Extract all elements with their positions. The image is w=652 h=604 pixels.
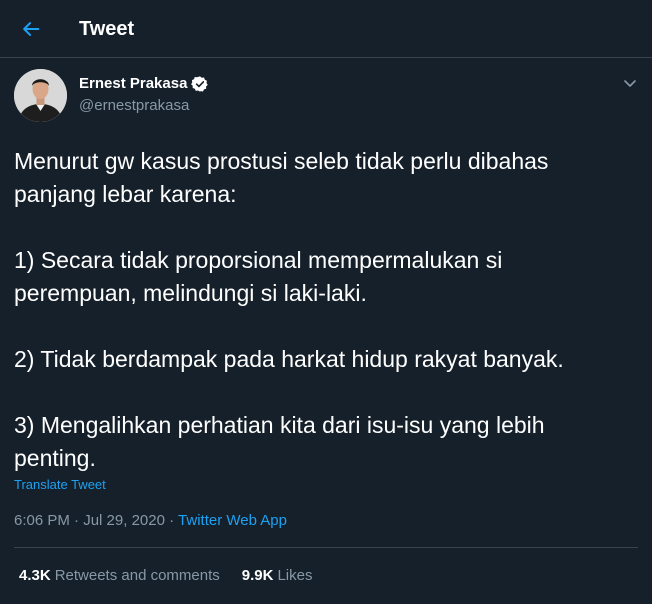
back-arrow-icon	[23, 22, 40, 36]
more-options-button[interactable]	[619, 72, 641, 94]
divider	[14, 547, 638, 548]
tweet-date[interactable]: Jul 29, 2020	[83, 512, 165, 529]
page-header: Tweet	[0, 0, 652, 58]
tweet-line: 2) Tidak berdampak pada harkat hidup rak…	[14, 346, 564, 372]
retweets-count: 4.3K	[19, 567, 51, 584]
likes-stat[interactable]: 9.9K Likes	[242, 566, 313, 586]
likes-count: 9.9K	[241, 567, 274, 584]
tweet-time[interactable]: 6:06 PM	[14, 512, 70, 529]
retweets-stat[interactable]: 4.3K Retweets and comments	[19, 566, 220, 586]
chevron-down-icon	[624, 80, 636, 87]
back-button[interactable]	[18, 16, 44, 42]
avatar-image	[14, 69, 67, 122]
tweet-text: Menurut gw kasus prostusi seleb tidak pe…	[14, 145, 639, 475]
author-name: Ernest Prakasa	[79, 75, 188, 92]
meta-separator: ·	[74, 512, 80, 529]
retweets-label: Retweets and comments	[54, 567, 220, 584]
tweet-line: Menurut gw kasus prostusi seleb tidak pe…	[14, 148, 549, 174]
tweet-line: penting.	[14, 445, 96, 471]
verified-badge-icon	[191, 76, 209, 92]
translate-tweet-link[interactable]: Translate Tweet	[14, 477, 106, 493]
page-title: Tweet	[79, 18, 135, 40]
tweet-line: 1) Secara tidak proporsional mempermaluk…	[14, 247, 503, 273]
tweet-stats: 4.3K Retweets and comments 9.9K Likes	[19, 566, 312, 586]
source-app-link[interactable]: Twitter Web App	[178, 512, 287, 529]
tweet-metadata: 6:06 PM · Jul 29, 2020 · Twitter Web App	[14, 511, 287, 531]
tweet-line: panjang lebar karena:	[14, 181, 237, 207]
tweet-line: perempuan, melindungi si laki-laki.	[14, 280, 367, 306]
author-handle[interactable]: @ernestprakasa	[79, 97, 189, 115]
tweet-detail-page: Tweet Ernest Prakasa @ernestprakasa Menu…	[0, 0, 652, 604]
avatar[interactable]	[14, 69, 67, 122]
meta-separator: ·	[169, 512, 175, 529]
likes-label: Likes	[277, 567, 313, 584]
author-name-row[interactable]: Ernest Prakasa	[79, 74, 209, 94]
tweet-line: 3) Mengalihkan perhatian kita dari isu-i…	[14, 412, 545, 438]
